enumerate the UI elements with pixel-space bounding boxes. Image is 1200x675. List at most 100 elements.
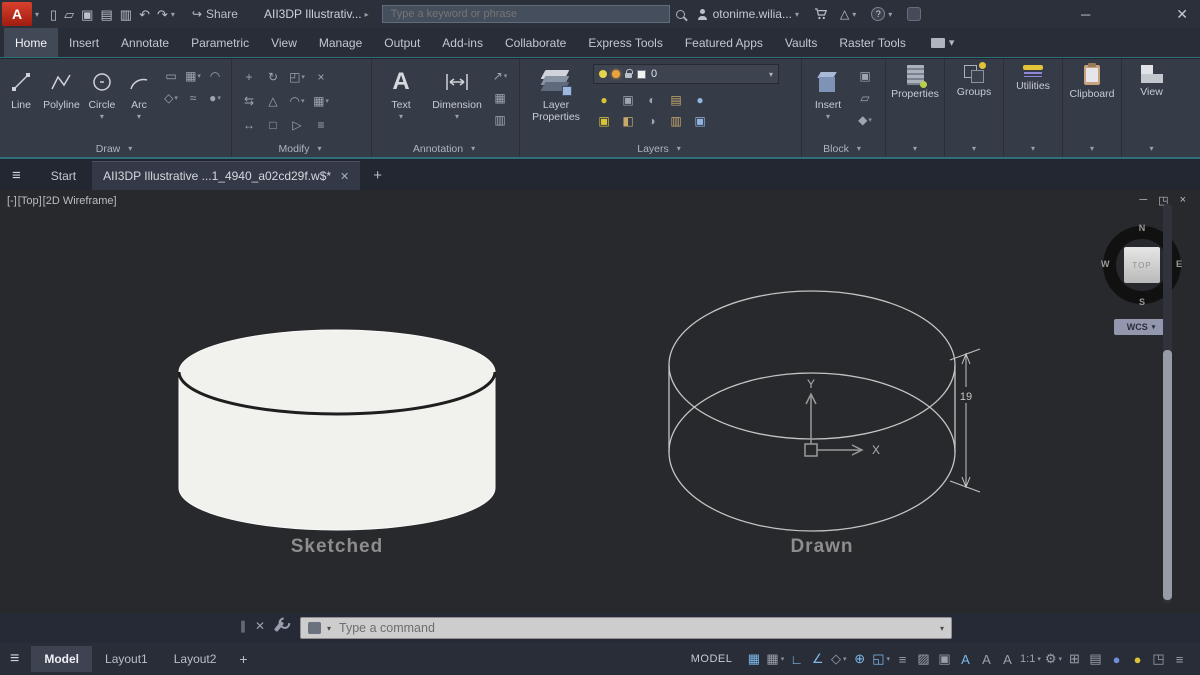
model-space-button[interactable]: MODEL	[691, 653, 733, 665]
ribbon-display-options-button[interactable]: ▾	[931, 28, 955, 57]
username[interactable]: otonime.wilia...	[713, 7, 792, 21]
insert-block-button[interactable]: Insert ▾	[808, 64, 848, 121]
start-tab[interactable]: Start	[35, 161, 92, 190]
trim-icon[interactable]: ◰	[286, 66, 308, 88]
layer-freeze-icon[interactable]: ◐	[641, 90, 663, 109]
ribbon-tab[interactable]: Output	[373, 28, 431, 57]
layout-tab[interactable]: Layout2	[161, 646, 230, 672]
ribbon-tab[interactable]: Add-ins	[431, 28, 494, 57]
annotation-visibility-icon[interactable]: A	[955, 647, 976, 671]
isolate-objects-icon[interactable]: ●	[1127, 647, 1148, 671]
scrollbar-thumb[interactable]	[1163, 350, 1172, 600]
layer-thaw-icon[interactable]: ◑	[641, 111, 663, 130]
user-chevron-icon[interactable]: ▾	[795, 10, 799, 19]
transparency-icon[interactable]: ▨	[913, 647, 934, 671]
drawn-cylinder[interactable]	[669, 291, 955, 531]
selection-cycling-icon[interactable]: ▣	[934, 647, 955, 671]
layout-menu-icon[interactable]: ≡	[10, 650, 19, 668]
command-input[interactable]	[337, 620, 934, 636]
line-tool-button[interactable]: Line	[6, 64, 36, 111]
panel-label-draw[interactable]: Draw ▾	[0, 140, 231, 157]
ribbon-tab[interactable]: Annotate	[110, 28, 180, 57]
array-icon[interactable]: ▦	[310, 90, 332, 112]
layer-isolate-icon[interactable]: ▣	[617, 90, 639, 109]
ribbon-tab[interactable]: Home	[4, 28, 58, 57]
panel-label-annotation[interactable]: Annotation ▾	[372, 140, 519, 157]
window-minimize-button[interactable]: ─	[1081, 7, 1090, 22]
chevron-down-icon[interactable]: ▾	[769, 70, 773, 79]
viewcube-top-face[interactable]: TOP	[1124, 247, 1160, 283]
layer-unlock-icon[interactable]: ▥	[665, 111, 687, 130]
window-close-button[interactable]: ✕	[1176, 6, 1188, 23]
search-icon[interactable]	[676, 10, 685, 19]
panel-expand-clipboard[interactable]: ▾	[1063, 140, 1121, 157]
multiline-icon[interactable]: ▥	[490, 110, 510, 130]
viewcube-west[interactable]: W	[1101, 259, 1110, 269]
autoscale-icon[interactable]: A	[976, 647, 997, 671]
mirror-icon[interactable]: △	[262, 90, 284, 112]
customize-wrench-icon[interactable]	[274, 621, 284, 632]
ellipse-icon[interactable]: ◠	[205, 66, 225, 86]
save-icon[interactable]: ▣	[81, 8, 93, 21]
block-create-icon[interactable]: ◆	[855, 110, 875, 130]
chevron-down-icon[interactable]: ▾	[100, 112, 104, 121]
layer-properties-button[interactable]: Layer Properties	[526, 64, 586, 123]
command-input-bar[interactable]: ▾ ▾	[300, 617, 952, 639]
circle-tool-button[interactable]: Circle ▾	[87, 64, 117, 121]
lineweight-icon[interactable]: ≡	[892, 647, 913, 671]
layer-prev-icon[interactable]: ▣	[689, 111, 711, 130]
save-as-icon[interactable]: ▤	[100, 8, 112, 21]
ribbon-tab[interactable]: Vaults	[774, 28, 828, 57]
object-snap-icon[interactable]: ◱	[870, 647, 892, 671]
fillet-icon[interactable]: ◠	[286, 90, 308, 112]
user-avatar-icon[interactable]	[697, 9, 708, 20]
undo-icon[interactable]: ↶	[139, 8, 150, 21]
application-menu-button[interactable]: A	[2, 2, 32, 26]
layer-match-icon[interactable]: ●	[689, 90, 711, 109]
panel-expand-groups[interactable]: ▾	[945, 140, 1003, 157]
model-tab[interactable]: Model	[31, 646, 92, 672]
panel-label-block[interactable]: Block ▾	[802, 140, 885, 157]
access-chevron-icon[interactable]: ▾	[852, 10, 856, 19]
leader-icon[interactable]: ↗	[490, 66, 510, 86]
notifications-icon[interactable]	[907, 7, 921, 21]
help-icon[interactable]: ?	[871, 7, 885, 21]
open-folder-icon[interactable]: ▱	[64, 8, 74, 21]
text-tool-button[interactable]: A Text ▾	[378, 64, 424, 121]
rotate-icon[interactable]: ↻	[262, 66, 284, 88]
ribbon-tab[interactable]: Express Tools	[577, 28, 673, 57]
copy-icon[interactable]: ⇆	[238, 90, 260, 112]
layer-dropdown[interactable]: 0 ▾	[593, 64, 779, 84]
layout-tab[interactable]: Layout1	[92, 646, 161, 672]
layer-off-icon[interactable]: ●	[593, 90, 615, 109]
ribbon-tab[interactable]: Insert	[58, 28, 110, 57]
point-icon[interactable]: ●	[205, 88, 225, 108]
drawing-area[interactable]: [-] [Top] [2D Wireframe] ─ ◳ ×	[0, 190, 1200, 613]
plot-icon[interactable]: ▥	[120, 8, 132, 21]
grid-icon[interactable]: ▦	[743, 647, 764, 671]
customization-icon[interactable]: ≡	[1169, 647, 1190, 671]
ribbon-tab[interactable]: Parametric	[180, 28, 260, 57]
document-tab[interactable]: AII3DP Illustrative ...1_4940_a02cd29f.w…	[92, 161, 360, 190]
stretch-icon[interactable]: ↔	[238, 114, 260, 136]
table-icon[interactable]: ▦	[490, 88, 510, 108]
recent-commands-chevron-icon[interactable]: ▾	[940, 624, 944, 633]
graphics-performance-icon[interactable]: ●	[1106, 647, 1127, 671]
chevron-down-icon[interactable]: ▾	[826, 112, 830, 121]
panel-expand-utilities[interactable]: ▾	[1004, 140, 1062, 157]
chevron-down-icon[interactable]: ▾	[455, 112, 459, 121]
utilities-button[interactable]: Utilities	[1004, 59, 1062, 140]
layer-on-icon[interactable]: ▣	[593, 111, 615, 130]
ribbon-tab[interactable]: Collaborate	[494, 28, 577, 57]
close-icon[interactable]: ✕	[255, 619, 265, 633]
panel-label-modify[interactable]: Modify ▾	[232, 140, 371, 157]
qat-customize-chevron-icon[interactable]: ▾	[171, 10, 175, 19]
dimension-tool-button[interactable]: Dimension ▾	[431, 64, 483, 121]
panel-label-layers[interactable]: Layers ▾	[520, 140, 801, 157]
new-file-icon[interactable]: ▯	[50, 8, 57, 21]
groups-button[interactable]: Groups	[945, 59, 1003, 140]
lock-ui-icon[interactable]: ▤	[1085, 647, 1106, 671]
vertical-scrollbar[interactable]	[1163, 204, 1172, 603]
sketched-cylinder[interactable]	[179, 330, 495, 530]
erase-icon[interactable]: ×	[310, 66, 332, 88]
